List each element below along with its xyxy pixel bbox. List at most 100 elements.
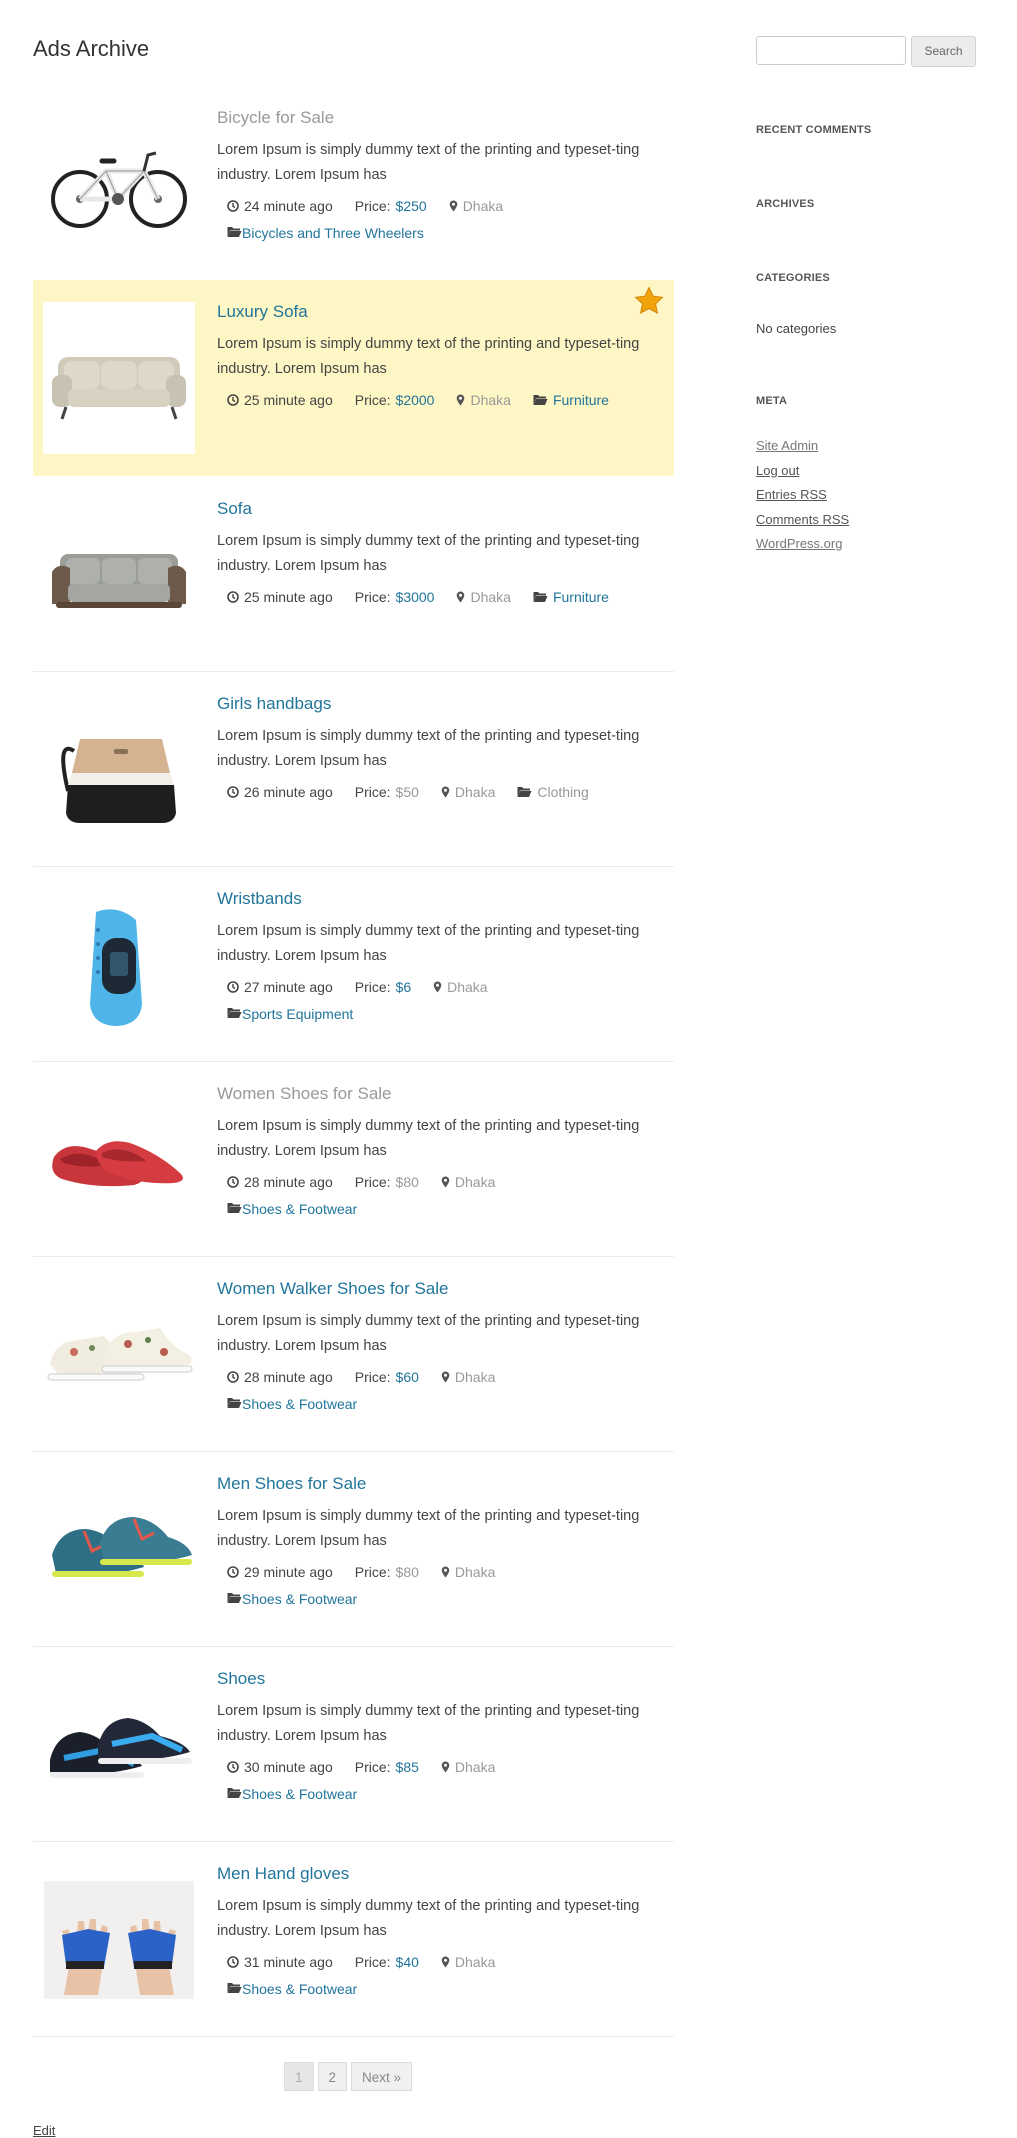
ad-category[interactable]: Clothing [517,784,589,800]
ad-excerpt: Lorem Ipsum is simply dummy text of the … [217,1313,640,1354]
ad-category-link[interactable]: Shoes & Footwear [242,1396,357,1412]
ad-image-shoes-blue[interactable] [43,1669,195,1821]
categories-title: Categories [756,272,830,284]
ad-time-text: 24 minute ago [244,198,333,214]
ad-time: 25 minute ago [227,589,333,605]
ad-category[interactable]: Furniture [533,392,609,408]
ad-category-link[interactable]: Shoes & Footwear [242,1981,357,1997]
ad-title-link[interactable]: Men Hand gloves [217,1864,349,1884]
ad-excerpt: Lorem Ipsum is simply dummy text of the … [217,142,640,183]
ad-title-link[interactable]: Bicycle for Sale [217,108,334,128]
location-text: Dhaka [454,1564,496,1580]
ad-title-link[interactable]: Shoes [217,1669,265,1689]
ad-meta-category-row: Shoes & Footwear [227,1201,357,1217]
ad-category-link[interactable]: Shoes & Footwear [242,1591,357,1607]
ad-time-text: 29 minute ago [244,1564,333,1580]
location-text: Dhaka [470,589,511,605]
ad-image-sofa-grey[interactable] [43,499,195,651]
location-text: Dhaka [462,198,504,214]
folder-icon [227,225,242,241]
ad-title-link[interactable]: Sofa [217,499,252,519]
ad-category[interactable]: Bicycles and Three Wheelers [227,225,424,241]
next-page-button[interactable]: Next » [351,2062,413,2091]
location-text: Dhaka [454,784,496,800]
ad-category[interactable]: Shoes & Footwear [227,1396,357,1412]
ad-meta: 28 minute ago Price: $80 Dhaka [227,1174,517,1190]
ad-image-shoes-sport[interactable] [43,1474,195,1626]
ad-item: Women Shoes for Sale Lorem Ipsum is simpl… [33,1062,674,1257]
ad-time: 28 minute ago [227,1369,333,1385]
ad-price: Price: $80 [355,1564,419,1580]
ad-title-link[interactable]: Luxury Sofa [217,302,308,322]
ad-meta-category-row: Shoes & Footwear [227,1786,357,1802]
ad-time-text: 25 minute ago [244,392,333,408]
ad-price: Price: $250 [355,198,427,214]
search-button[interactable]: Search [911,36,976,67]
ad-image-shoes-floral[interactable] [43,1279,195,1431]
ad-time-text: 26 minute ago [244,784,333,800]
ad-category-link[interactable]: Shoes & Footwear [242,1786,357,1802]
price-value: $80 [395,1564,419,1580]
ad-title-link[interactable]: Wristbands [217,889,302,909]
ad-category-link[interactable]: Clothing [537,784,588,800]
ad-category[interactable]: Shoes & Footwear [227,1981,357,1997]
ad-location: Dhaka [441,784,495,800]
ad-image-shoes-red[interactable] [43,1084,195,1236]
ad-image-sofa-beige[interactable] [43,302,195,454]
map-pin-icon [441,1371,450,1383]
meta-title: Meta [756,395,788,407]
ad-location: Dhaka [441,1759,495,1775]
ad-image-handbag[interactable] [43,694,195,846]
price-value: $6 [395,979,412,995]
ad-title-link[interactable]: Men Shoes for Sale [217,1474,366,1494]
ad-excerpt: Lorem Ipsum is simply dummy text of the … [217,1898,640,1939]
ad-meta: 25 minute ago Price: $2000 Dhaka Furniture [227,392,631,408]
ad-time-text: 28 minute ago [244,1174,333,1190]
site-admin-link[interactable]: Site Admin [756,438,818,453]
entries-rss-link[interactable]: Entries RSS [756,487,827,502]
ad-location: Dhaka [456,392,511,408]
page-2-button[interactable]: 2 [317,2062,348,2091]
ad-category[interactable]: Shoes & Footwear [227,1201,357,1217]
price-value: $2000 [395,392,435,408]
search-input[interactable] [756,36,906,65]
ad-title-link[interactable]: Girls handbags [217,694,331,714]
ad-category-link[interactable]: Furniture [553,392,609,408]
price-label: Price: [354,392,391,408]
folder-icon [227,1201,242,1217]
map-pin-icon [441,1761,450,1773]
ad-category-link[interactable]: Bicycles and Three Wheelers [242,225,424,241]
log-out-link[interactable]: Log out [756,463,799,478]
wordpress-org-link[interactable]: WordPress.org [756,536,842,551]
ad-category[interactable]: Shoes & Footwear [227,1591,357,1607]
ad-category[interactable]: Shoes & Footwear [227,1786,357,1802]
ad-image-bicycle[interactable] [43,108,195,260]
edit-link[interactable]: Edit [33,2123,55,2138]
ad-item: Men Hand gloves Lorem Ipsum is simply dum… [33,1842,674,2037]
price-value: $50 [395,784,419,800]
ad-category-link[interactable]: Sports Equipment [242,1006,353,1022]
ad-price: Price: $80 [355,1174,419,1190]
ad-image-gloves[interactable] [43,1864,195,2016]
ad-category-link[interactable]: Shoes & Footwear [242,1201,357,1217]
ad-item: Wristbands Lorem Ipsum is simply dummy te… [33,867,674,1062]
folder-icon [227,1591,242,1607]
ad-category[interactable]: Furniture [533,589,609,605]
page-1-button[interactable]: 1 [284,2062,314,2091]
ad-location: Dhaka [449,198,503,214]
page: Ads Archive Bicycle for Sale Lorem Ipsum … [0,0,1017,2138]
ad-location: Dhaka [441,1954,495,1970]
clock-icon [227,1176,239,1188]
folder-icon [227,1981,242,1997]
ad-category-link[interactable]: Furniture [553,589,609,605]
ad-title-link[interactable]: Women Shoes for Sale [217,1084,392,1104]
meta-item: Comments RSS [756,512,849,537]
price-value: $60 [395,1369,419,1385]
ad-image-wristband[interactable] [43,889,195,1041]
ad-title-link[interactable]: Women Walker Shoes for Sale [217,1279,448,1299]
ad-category[interactable]: Sports Equipment [227,1006,353,1022]
ad-meta: 26 minute ago Price: $50 Dhaka Clothing [227,784,611,800]
ad-location: Dhaka [433,979,488,995]
comments-rss-link[interactable]: Comments RSS [756,512,849,527]
price-value: $250 [395,198,427,214]
